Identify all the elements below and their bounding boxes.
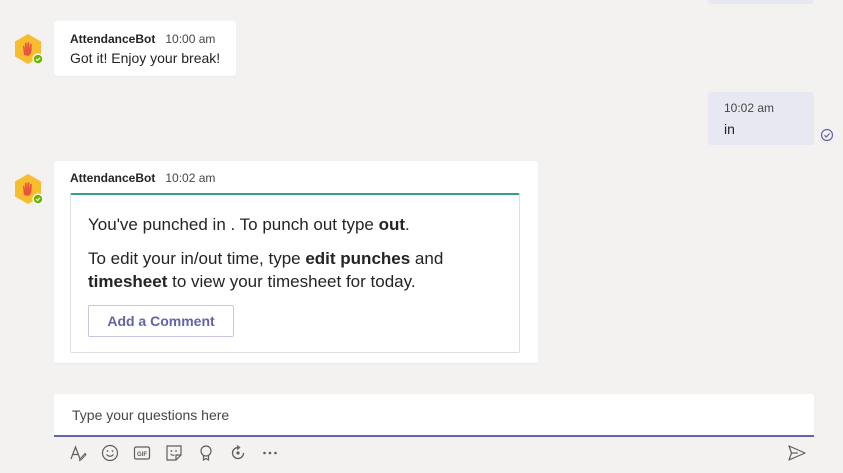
card-text-edit-instructions: To edit your in/out time, type edit punc… [88, 249, 444, 291]
sender-name: AttendanceBot [70, 32, 156, 46]
format-icon[interactable] [68, 443, 88, 463]
add-comment-button[interactable]: Add a Comment [88, 305, 234, 337]
read-receipt-icon [820, 128, 834, 142]
more-options-icon[interactable] [260, 443, 280, 463]
card-text-punch-out: You've punched in . To punch out type ou… [88, 215, 410, 234]
message-text: Got it! Enjoy your break! [70, 50, 221, 66]
bot-avatar[interactable] [12, 173, 44, 205]
loop-icon[interactable] [228, 443, 248, 463]
attendancebot-logo-icon [15, 174, 44, 205]
send-icon[interactable] [787, 443, 807, 463]
attendancebot-logo-icon [15, 34, 44, 65]
previous-message-edge [708, 0, 814, 4]
message-time: 10:02 am [165, 171, 216, 185]
praise-icon[interactable] [196, 443, 216, 463]
message-text: in [724, 121, 735, 137]
message-time: 10:02 am [724, 101, 775, 115]
bot-avatar[interactable] [12, 33, 44, 65]
emoji-icon[interactable] [100, 443, 120, 463]
message-time: 10:00 am [165, 32, 216, 46]
gif-icon[interactable]: GIF [132, 443, 152, 463]
bot-message-2: AttendanceBot 10:02 am You've punched in … [54, 161, 538, 363]
adaptive-card: You've punched in . To punch out type ou… [70, 193, 520, 353]
message-input[interactable] [70, 404, 794, 426]
compose-box[interactable] [54, 394, 814, 437]
user-message: 10:02 am in [708, 92, 814, 145]
bot-message-1: AttendanceBot 10:00 am Got it! Enjoy your… [54, 21, 236, 76]
svg-text:GIF: GIF [137, 452, 147, 458]
sticker-icon[interactable] [164, 443, 184, 463]
sender-name: AttendanceBot [70, 171, 156, 185]
